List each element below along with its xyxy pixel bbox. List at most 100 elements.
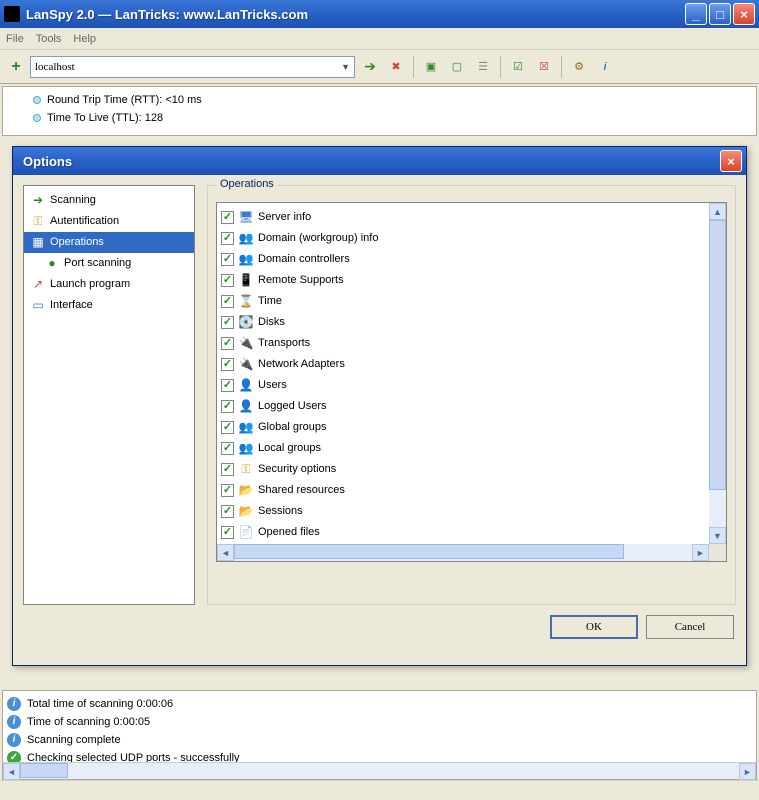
log-hscrollbar[interactable]: ◄ ►: [3, 762, 756, 779]
address-input[interactable]: [35, 61, 341, 73]
operations-list[interactable]: ✓🖥Server info✓👥Domain (workgroup) info✓👥…: [216, 202, 727, 562]
menu-help[interactable]: Help: [73, 33, 96, 45]
address-combo[interactable]: ▼: [30, 56, 355, 78]
checkbox[interactable]: ✓: [221, 337, 234, 350]
checkbox[interactable]: ✓: [221, 505, 234, 518]
checkbox[interactable]: ✓: [221, 484, 234, 497]
checkbox[interactable]: ✓: [221, 211, 234, 224]
cancel-button[interactable]: Cancel: [646, 615, 734, 639]
checkbox[interactable]: ✓: [221, 316, 234, 329]
scroll-right-icon[interactable]: ►: [739, 763, 756, 780]
scroll-left-icon[interactable]: ◄: [217, 544, 234, 561]
nav-portscan[interactable]: ●Port scanning: [24, 253, 194, 274]
operation-item[interactable]: ✓🖥Server info: [221, 207, 722, 228]
checkbox[interactable]: ✓: [221, 463, 234, 476]
tree-row: Time To Live (TTL): 128: [33, 109, 726, 127]
operation-item[interactable]: ✓📱Remote Supports: [221, 270, 722, 291]
checkbox[interactable]: ✓: [221, 526, 234, 539]
operation-item[interactable]: ✓👥Global groups: [221, 417, 722, 438]
scroll-thumb[interactable]: [20, 763, 68, 778]
nav-interface[interactable]: ▭Interface: [24, 295, 194, 316]
scroll-left-icon[interactable]: ◄: [3, 763, 20, 780]
checkbox[interactable]: ✓: [221, 295, 234, 308]
item-icon: 🔌: [238, 357, 254, 373]
scroll-thumb[interactable]: [234, 544, 624, 559]
operation-item[interactable]: ✓📄Opened files: [221, 522, 722, 543]
result-tree[interactable]: Round Trip Time (RTT): <10 ms Time To Li…: [2, 86, 757, 136]
operation-label: Sessions: [258, 501, 303, 522]
checkbox[interactable]: ✓: [221, 358, 234, 371]
close-button[interactable]: ×: [733, 3, 755, 25]
checkbox[interactable]: ✓: [221, 253, 234, 266]
info-button[interactable]: i: [594, 56, 616, 78]
operation-label: Security options: [258, 459, 336, 480]
operation-label: Disks: [258, 312, 285, 333]
maximize-button[interactable]: □: [709, 3, 731, 25]
operation-item[interactable]: ✓🔌Transports: [221, 333, 722, 354]
log-text: Total time of scanning 0:00:06: [27, 695, 173, 713]
operation-item[interactable]: ✓🔌Network Adapters: [221, 354, 722, 375]
menu-file[interactable]: File: [6, 33, 24, 45]
nav-scanning[interactable]: ➔Scanning: [24, 190, 194, 211]
log-row: iTotal time of scanning 0:00:06: [7, 695, 752, 713]
scroll-thumb[interactable]: [709, 220, 726, 490]
tree-label: Time To Live (TTL): 128: [47, 109, 163, 127]
checkbox[interactable]: ✓: [221, 421, 234, 434]
expand-button[interactable]: ▣: [420, 56, 442, 78]
operation-item[interactable]: ✓⚿Security options: [221, 459, 722, 480]
operation-item[interactable]: ✓👥Local groups: [221, 438, 722, 459]
list-button[interactable]: ☰: [472, 56, 494, 78]
log-text: Scanning complete: [27, 731, 121, 749]
scroll-right-icon[interactable]: ►: [692, 544, 709, 561]
toolbar: + ▼ ➔ ✖ ▣ ▢ ☰ ☑ ☒ ⚙ i: [0, 50, 759, 84]
menubar: File Tools Help: [0, 28, 759, 50]
stop-button[interactable]: ✖: [385, 56, 407, 78]
operation-label: Remote Supports: [258, 270, 344, 291]
item-icon: 👥: [238, 252, 254, 268]
nav-launch[interactable]: ↗Launch program: [24, 274, 194, 295]
operation-item[interactable]: ✓👤Logged Users: [221, 396, 722, 417]
group-legend: Operations: [216, 178, 278, 190]
vscrollbar[interactable]: ▲ ▼: [709, 203, 726, 544]
nav-operations[interactable]: ▦Operations: [24, 232, 194, 253]
collapse-button[interactable]: ▢: [446, 56, 468, 78]
checkbox[interactable]: ✓: [221, 274, 234, 287]
go-button[interactable]: ➔: [359, 56, 381, 78]
minimize-button[interactable]: _: [685, 3, 707, 25]
nav-auth[interactable]: ⚿Autentification: [24, 211, 194, 232]
operation-item[interactable]: ✓⌛Time: [221, 291, 722, 312]
uncheck-button[interactable]: ☒: [533, 56, 555, 78]
bullet-icon: [33, 114, 41, 122]
scroll-up-icon[interactable]: ▲: [709, 203, 726, 220]
checkbox[interactable]: ✓: [221, 442, 234, 455]
rocket-icon: ↗: [30, 277, 46, 293]
dialog-close-button[interactable]: ×: [720, 150, 742, 172]
item-icon: 👥: [238, 420, 254, 436]
settings-button[interactable]: ⚙: [568, 56, 590, 78]
checkbox[interactable]: ✓: [221, 379, 234, 392]
nav-label: Operations: [50, 234, 104, 251]
nav-label: Interface: [50, 297, 93, 314]
operation-label: Domain controllers: [258, 249, 350, 270]
address-dropdown-icon[interactable]: ▼: [341, 62, 350, 72]
operation-label: Domain (workgroup) info: [258, 228, 378, 249]
tree-row: Round Trip Time (RTT): <10 ms: [33, 91, 726, 109]
operation-label: Shared resources: [258, 480, 345, 501]
hscrollbar[interactable]: ◄ ►: [217, 544, 709, 561]
menu-tools[interactable]: Tools: [36, 33, 62, 45]
operation-item[interactable]: ✓📂Shared resources: [221, 480, 722, 501]
nav-label: Launch program: [50, 276, 130, 293]
checkbox[interactable]: ✓: [221, 400, 234, 413]
scroll-down-icon[interactable]: ▼: [709, 527, 726, 544]
operation-item[interactable]: ✓👤Users: [221, 375, 722, 396]
operation-item[interactable]: ✓📂Sessions: [221, 501, 722, 522]
operation-item[interactable]: ✓💽Disks: [221, 312, 722, 333]
scroll-corner: [709, 544, 726, 561]
operation-item[interactable]: ✓ 👥Domain controllers: [221, 249, 722, 270]
log-text: Time of scanning 0:00:05: [27, 713, 150, 731]
add-icon[interactable]: +: [6, 57, 26, 77]
checkbox[interactable]: ✓: [221, 232, 234, 245]
check-button[interactable]: ☑: [507, 56, 529, 78]
operation-item[interactable]: ✓👥Domain (workgroup) info: [221, 228, 722, 249]
ok-button[interactable]: OK: [550, 615, 638, 639]
